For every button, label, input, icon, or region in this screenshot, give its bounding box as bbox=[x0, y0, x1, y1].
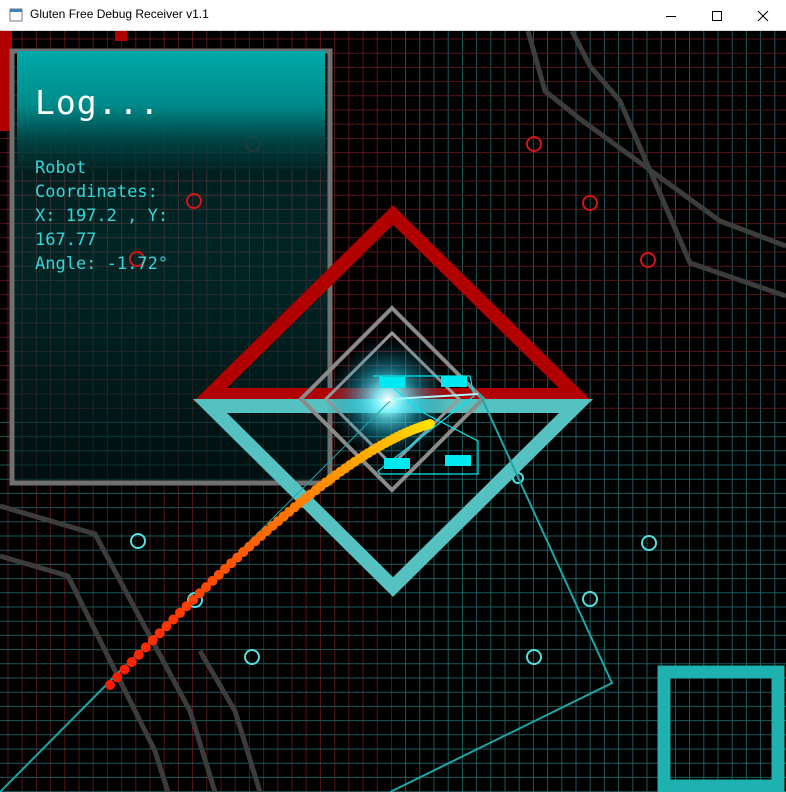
log-line: Angle: -1.72° bbox=[35, 254, 169, 274]
maximize-icon bbox=[712, 10, 722, 21]
robot-wheel bbox=[379, 377, 405, 388]
close-button[interactable] bbox=[740, 0, 786, 31]
path-point bbox=[119, 664, 130, 675]
window-title: Gluten Free Debug Receiver v1.1 bbox=[30, 7, 209, 21]
blue-marker bbox=[641, 535, 657, 551]
path-point bbox=[133, 649, 144, 660]
log-line: Coordinates: bbox=[35, 182, 158, 202]
trajectory-line bbox=[0, 670, 121, 792]
blue-marker bbox=[526, 649, 542, 665]
app-icon bbox=[9, 8, 23, 22]
path-point bbox=[126, 657, 137, 668]
maximize-button[interactable] bbox=[694, 0, 740, 31]
close-icon bbox=[757, 10, 769, 21]
title-bar: Gluten Free Debug Receiver v1.1 bbox=[0, 0, 786, 31]
log-line: Robot bbox=[35, 158, 87, 178]
red-marker bbox=[526, 136, 542, 152]
path-point bbox=[105, 680, 115, 690]
log-line: 167.77 bbox=[35, 230, 97, 250]
red-marker bbox=[640, 252, 656, 268]
blue-marker bbox=[244, 649, 260, 665]
log-text: Robot Coordinates: X: 197.2 , Y: 167.77 … bbox=[35, 156, 335, 276]
red-corner-block bbox=[115, 31, 127, 41]
minimize-icon bbox=[666, 15, 676, 17]
robot-wheel bbox=[384, 458, 410, 469]
log-title: Log... bbox=[35, 83, 161, 122]
robot-wheel bbox=[445, 455, 471, 466]
path-point bbox=[140, 642, 151, 653]
path-point bbox=[112, 672, 123, 683]
log-line: X: 197.2 , Y: bbox=[35, 206, 169, 226]
field-canvas[interactable]: Log... Robot Coordinates: X: 197.2 , Y: … bbox=[0, 31, 786, 792]
boundary-line bbox=[0, 553, 171, 792]
minimize-button[interactable] bbox=[648, 0, 694, 31]
robot-wheel bbox=[441, 376, 467, 387]
log-panel: Log... Robot Coordinates: X: 197.2 , Y: … bbox=[10, 48, 332, 484]
